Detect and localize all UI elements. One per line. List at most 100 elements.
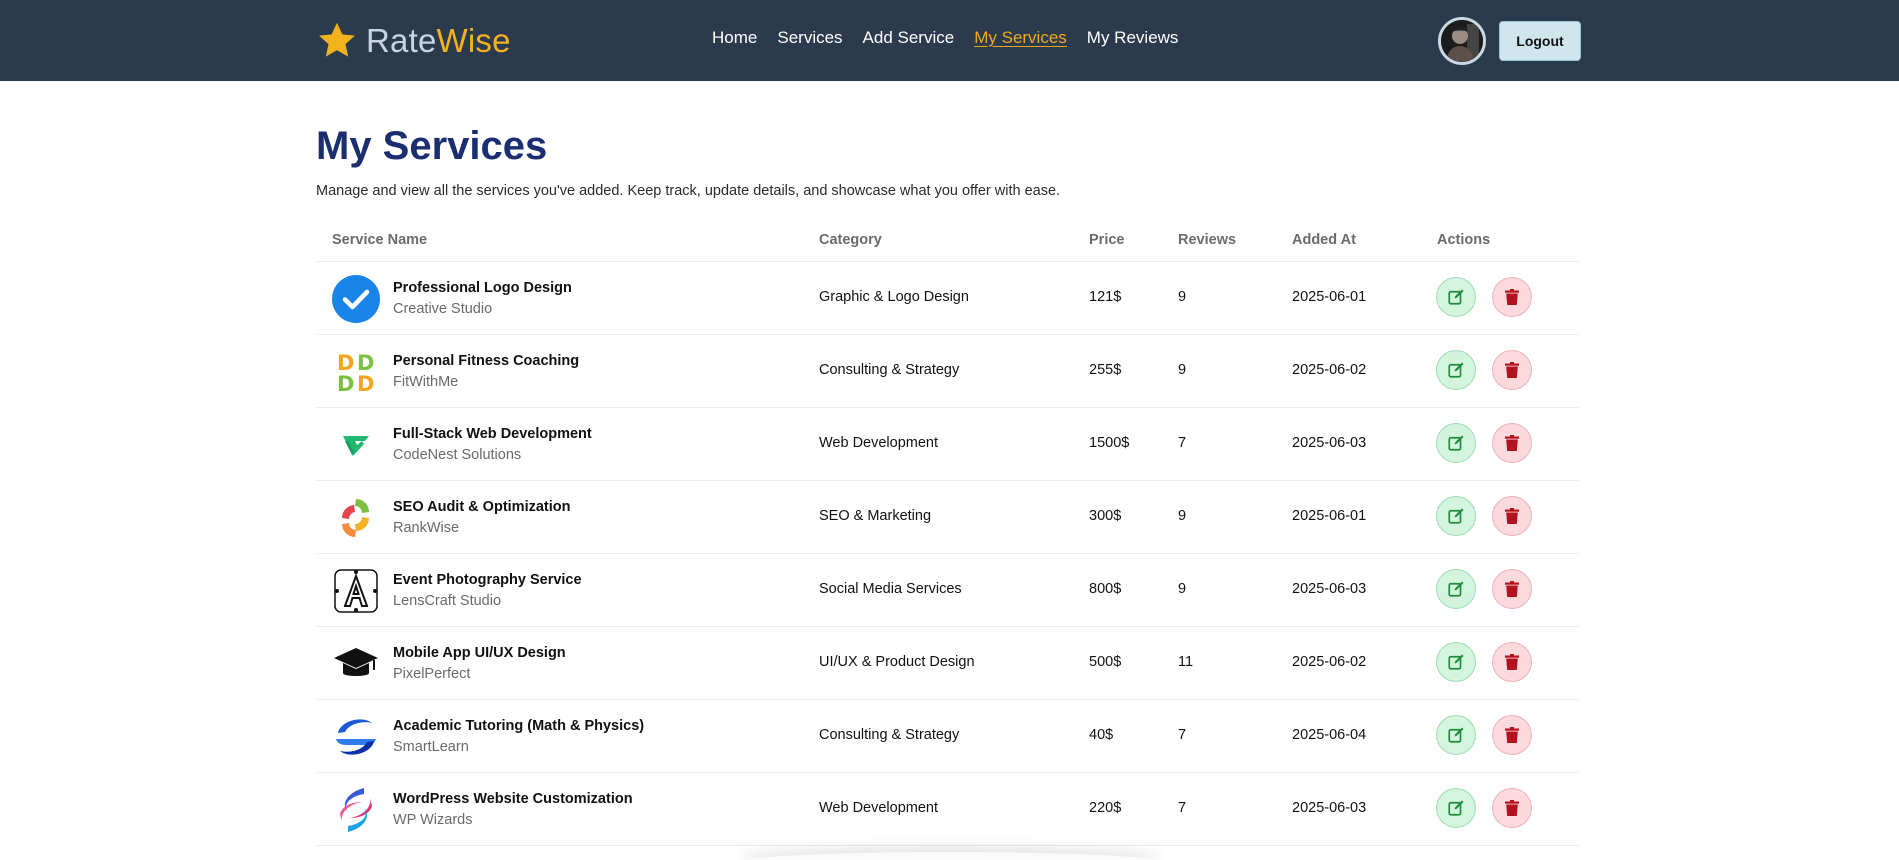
nav-my-reviews[interactable]: My Reviews <box>1087 28 1179 48</box>
service-name: Professional Logo Design <box>393 280 572 296</box>
service-name: Academic Tutoring (Math & Physics) <box>393 718 645 734</box>
brand-name-part2: Wise <box>436 22 511 59</box>
service-reviews: 11 <box>1178 654 1194 670</box>
table-row: D D D D Personal Fitness Coaching FitWit… <box>316 335 1579 408</box>
trash-icon <box>1505 581 1519 597</box>
table-row: Event Photography Service LensCraft Stud… <box>316 554 1579 627</box>
nav-home[interactable]: Home <box>712 28 757 48</box>
table-row: WordPress Website Customization WP Wizar… <box>316 773 1579 846</box>
service-company: RankWise <box>393 520 460 536</box>
star-icon <box>319 22 355 57</box>
service-company: WP Wizards <box>393 812 473 828</box>
delete-button[interactable] <box>1492 569 1532 609</box>
delete-button[interactable] <box>1492 350 1532 390</box>
header-category: Category <box>819 232 882 248</box>
delete-button[interactable] <box>1492 423 1532 463</box>
edit-icon <box>1448 800 1464 816</box>
service-company: FitWithMe <box>393 374 459 390</box>
trash-icon <box>1505 289 1519 305</box>
service-reviews: 7 <box>1178 727 1187 743</box>
service-added-at: 2025-06-03 <box>1292 800 1367 816</box>
delete-button[interactable] <box>1492 496 1532 536</box>
table-row: Mobile App UI/UX Design PixelPerfect UI/… <box>316 627 1579 700</box>
delete-button[interactable] <box>1492 277 1532 317</box>
service-added-at: 2025-06-04 <box>1292 727 1367 743</box>
brand-name: RateWise <box>366 22 511 60</box>
trash-icon <box>1505 508 1519 524</box>
service-price: 255$ <box>1089 362 1122 378</box>
service-category: UI/UX & Product Design <box>819 654 975 670</box>
service-reviews: 9 <box>1178 581 1187 597</box>
graduation-cap-icon <box>332 640 380 688</box>
service-added-at: 2025-06-02 <box>1292 654 1367 670</box>
svg-text:D: D <box>357 372 374 394</box>
floating-panel-edge <box>740 852 1160 860</box>
header-added-at: Added At <box>1292 232 1356 248</box>
edit-icon <box>1448 435 1464 451</box>
edit-button[interactable] <box>1436 642 1476 682</box>
service-price: 121$ <box>1089 289 1122 305</box>
delete-button[interactable] <box>1492 642 1532 682</box>
edit-icon <box>1448 508 1464 524</box>
brand-name-part1: Rate <box>366 22 437 59</box>
service-company: PixelPerfect <box>393 666 471 682</box>
service-reviews: 9 <box>1178 289 1187 305</box>
edit-icon <box>1448 581 1464 597</box>
trash-icon <box>1505 362 1519 378</box>
service-category: Web Development <box>819 435 939 451</box>
service-company: LensCraft Studio <box>393 593 502 609</box>
brand-logo[interactable]: RateWise <box>316 20 511 62</box>
top-navbar: RateWise Home Services Add Service My Se… <box>0 0 1899 81</box>
service-category: Consulting & Strategy <box>819 362 960 378</box>
service-name: Mobile App UI/UX Design <box>393 645 566 661</box>
service-company: Creative Studio <box>393 301 493 317</box>
svg-text:D: D <box>337 372 354 394</box>
swirl-logo-icon <box>332 494 380 542</box>
service-added-at: 2025-06-01 <box>1292 289 1367 305</box>
nav-my-services[interactable]: My Services <box>974 28 1067 48</box>
service-price: 220$ <box>1089 800 1122 816</box>
trash-icon <box>1505 800 1519 816</box>
delete-button[interactable] <box>1492 715 1532 755</box>
trash-icon <box>1505 654 1519 670</box>
service-added-at: 2025-06-03 <box>1292 581 1367 597</box>
service-price: 1500$ <box>1089 435 1130 451</box>
service-price: 300$ <box>1089 508 1122 524</box>
service-reviews: 9 <box>1178 508 1187 524</box>
header-price: Price <box>1089 232 1125 248</box>
user-avatar[interactable] <box>1438 17 1486 65</box>
trash-icon <box>1505 727 1519 743</box>
edit-button[interactable] <box>1436 715 1476 755</box>
service-price: 800$ <box>1089 581 1122 597</box>
service-company: CodeNest Solutions <box>393 447 522 463</box>
edit-icon <box>1448 362 1464 378</box>
logout-button[interactable]: Logout <box>1499 21 1581 61</box>
table-header: Service Name Category Price Reviews Adde… <box>316 222 1579 262</box>
edit-button[interactable] <box>1436 277 1476 317</box>
table-row: Full-Stack Web Development CodeNest Solu… <box>316 408 1579 481</box>
edit-button[interactable] <box>1436 423 1476 463</box>
nav-add-service[interactable]: Add Service <box>863 28 955 48</box>
edit-button[interactable] <box>1436 569 1476 609</box>
service-reviews: 7 <box>1178 800 1187 816</box>
check-badge-icon <box>332 275 380 323</box>
edit-button[interactable] <box>1436 496 1476 536</box>
service-category: SEO & Marketing <box>819 508 932 524</box>
blue-ribbon-logo-icon <box>332 713 380 761</box>
letter-a-logo-icon <box>332 567 380 615</box>
service-name: SEO Audit & Optimization <box>393 499 571 515</box>
dd-grid-logo-icon: D D D D <box>332 348 380 396</box>
edit-button[interactable] <box>1436 350 1476 390</box>
edit-button[interactable] <box>1436 788 1476 828</box>
delete-button[interactable] <box>1492 788 1532 828</box>
service-reviews: 7 <box>1178 435 1187 451</box>
service-category: Graphic & Logo Design <box>819 289 969 305</box>
service-reviews: 9 <box>1178 362 1187 378</box>
service-name: Personal Fitness Coaching <box>393 353 580 369</box>
service-price: 40$ <box>1089 727 1114 743</box>
trash-icon <box>1505 435 1519 451</box>
nav-services[interactable]: Services <box>777 28 842 48</box>
header-service-name: Service Name <box>332 232 428 248</box>
service-company: SmartLearn <box>393 739 469 755</box>
table-row: Professional Logo Design Creative Studio… <box>316 262 1579 335</box>
